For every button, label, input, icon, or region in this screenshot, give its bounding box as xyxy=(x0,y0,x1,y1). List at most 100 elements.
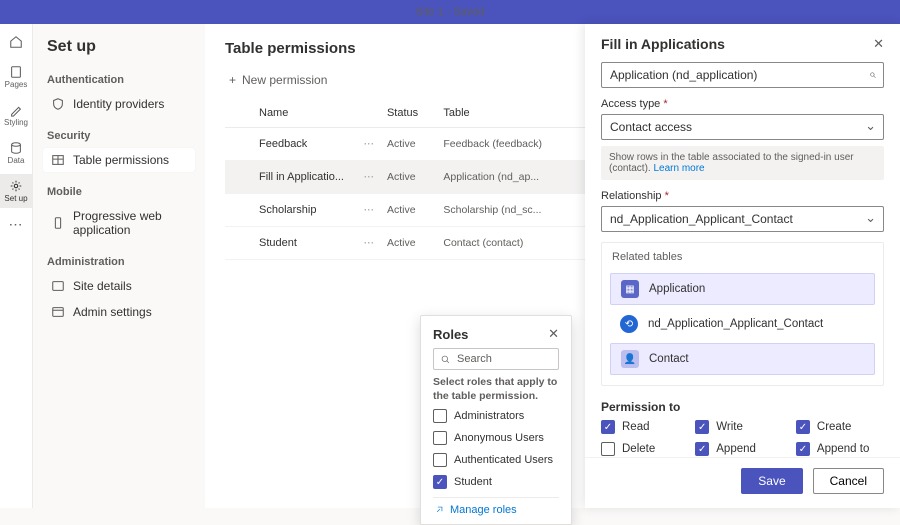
new-permission-button[interactable]: + New permission xyxy=(225,67,331,93)
roles-help-text: Select roles that apply to the table per… xyxy=(433,376,559,403)
application-lookup[interactable]: Application (nd_application) xyxy=(601,62,884,88)
row-menu-icon[interactable]: ⋯ xyxy=(357,227,381,260)
role-option-checkbox[interactable]: Authenticated Users xyxy=(433,453,559,467)
home-icon xyxy=(9,35,23,49)
table-icon xyxy=(51,153,65,167)
page-icon xyxy=(9,65,23,79)
roles-search-input[interactable]: Search xyxy=(433,348,559,370)
sidebar-item-label: Site details xyxy=(73,279,132,293)
brush-icon xyxy=(9,103,23,117)
relationship-icon: ⟲ xyxy=(620,315,638,333)
relationship-select[interactable]: nd_Application_Applicant_Contact xyxy=(601,206,884,232)
rail-label: Pages xyxy=(5,80,28,89)
row-status: Active xyxy=(381,194,437,227)
sidebar-item-label: Identity providers xyxy=(73,97,164,111)
related-item-label: Application xyxy=(649,283,705,295)
sidebar-item-pwa[interactable]: Progressive web application xyxy=(43,204,195,242)
perm-append-checkbox[interactable]: Append xyxy=(695,442,756,456)
relationship-label: Relationship xyxy=(601,190,662,202)
rail-label: Set up xyxy=(4,194,27,203)
manage-roles-link[interactable]: Manage roles xyxy=(433,497,559,516)
permission-to-label: Permission to xyxy=(601,400,884,414)
related-item-contact[interactable]: 👤 Contact xyxy=(610,343,875,375)
row-name: Feedback xyxy=(253,128,357,161)
cancel-button[interactable]: Cancel xyxy=(813,468,884,494)
access-type-select[interactable]: Contact access xyxy=(601,114,884,140)
rail-label: Styling xyxy=(4,118,28,127)
row-menu-icon[interactable]: ⋯ xyxy=(357,128,381,161)
row-status: Active xyxy=(381,128,437,161)
perm-write-checkbox[interactable]: Write xyxy=(695,420,756,434)
settings-icon xyxy=(51,305,65,319)
row-name: Fill in Applicatio... xyxy=(253,161,357,194)
setup-sidebar: Set up Authentication Identity providers… xyxy=(33,24,205,508)
roles-popup-title: Roles xyxy=(433,327,468,342)
col-name[interactable]: Name xyxy=(253,99,357,128)
group-authentication: Authentication xyxy=(43,70,195,92)
col-table[interactable]: Table xyxy=(437,99,581,128)
app-rail: Pages Styling Data Set up ⋯ xyxy=(0,24,33,508)
group-administration: Administration xyxy=(43,252,195,274)
related-tables-box: Related tables ▦ Application ⟲ nd_Applic… xyxy=(601,242,884,386)
access-type-label: Access type xyxy=(601,98,660,110)
rail-setup[interactable]: Set up xyxy=(0,174,33,208)
app-titlebar xyxy=(0,0,900,24)
sidebar-item-label: Progressive web application xyxy=(73,209,187,237)
related-item-label: Contact xyxy=(649,353,689,365)
rail-data[interactable]: Data xyxy=(0,136,33,170)
access-type-hint: Show rows in the table associated to the… xyxy=(601,146,884,180)
close-icon[interactable]: ✕ xyxy=(548,326,559,342)
panel-title: Fill in Applications xyxy=(601,36,725,52)
rail-home[interactable] xyxy=(0,28,33,56)
group-mobile: Mobile xyxy=(43,182,195,204)
rail-pages[interactable]: Pages xyxy=(0,60,33,94)
sidebar-item-identity-providers[interactable]: Identity providers xyxy=(43,92,195,116)
learn-more-link[interactable]: Learn more xyxy=(653,163,704,174)
role-option-checkbox[interactable]: Student xyxy=(433,475,559,489)
row-menu-icon[interactable]: ⋯ xyxy=(357,194,381,227)
manage-roles-label: Manage roles xyxy=(450,504,517,516)
sidebar-item-site-details[interactable]: Site details xyxy=(43,274,195,298)
related-item-label: nd_Application_Applicant_Contact xyxy=(648,318,823,330)
row-table: Contact (contact) xyxy=(437,227,581,260)
role-option-checkbox[interactable]: Anonymous Users xyxy=(433,431,559,445)
search-placeholder: Search xyxy=(457,353,492,365)
roles-popup: Roles ✕ Search Select roles that apply t… xyxy=(420,315,572,525)
permission-panel: Fill in Applications ✕ Application (nd_a… xyxy=(585,24,900,508)
row-menu-icon[interactable]: ⋯ xyxy=(357,161,381,194)
row-table: Feedback (feedback) xyxy=(437,128,581,161)
perm-append-to-checkbox[interactable]: Append to xyxy=(796,442,869,456)
row-name: Scholarship xyxy=(253,194,357,227)
new-permission-label: New permission xyxy=(242,73,327,87)
rail-more[interactable]: ⋯ xyxy=(9,216,24,233)
sidebar-item-label: Table permissions xyxy=(73,153,169,167)
save-button[interactable]: Save xyxy=(741,468,802,494)
search-icon xyxy=(440,354,451,365)
perm-read-checkbox[interactable]: Read xyxy=(601,420,655,434)
related-title: Related tables xyxy=(602,243,883,269)
col-status[interactable]: Status xyxy=(381,99,437,128)
row-status: Active xyxy=(381,227,437,260)
person-icon: 👤 xyxy=(621,350,639,368)
row-name: Student xyxy=(253,227,357,260)
close-icon[interactable]: ✕ xyxy=(873,36,884,52)
row-table: Application (nd_ap... xyxy=(437,161,581,194)
plus-icon: + xyxy=(229,73,236,87)
rail-styling[interactable]: Styling xyxy=(0,98,33,132)
sidebar-item-admin-settings[interactable]: Admin settings xyxy=(43,300,195,324)
related-item-relationship: ⟲ nd_Application_Applicant_Contact xyxy=(610,309,875,339)
info-icon xyxy=(51,279,65,293)
gear-icon xyxy=(9,179,23,193)
group-security: Security xyxy=(43,126,195,148)
link-icon xyxy=(433,505,444,516)
role-option-checkbox[interactable]: Administrators xyxy=(433,409,559,423)
data-icon xyxy=(9,141,23,155)
perm-create-checkbox[interactable]: Create xyxy=(796,420,869,434)
table-icon: ▦ xyxy=(621,280,639,298)
sidebar-item-label: Admin settings xyxy=(73,305,152,319)
perm-delete-checkbox[interactable]: Delete xyxy=(601,442,655,456)
related-item-application[interactable]: ▦ Application xyxy=(610,273,875,305)
sidebar-item-table-permissions[interactable]: Table permissions xyxy=(43,148,195,172)
row-status: Active xyxy=(381,161,437,194)
rail-label: Data xyxy=(8,156,25,165)
